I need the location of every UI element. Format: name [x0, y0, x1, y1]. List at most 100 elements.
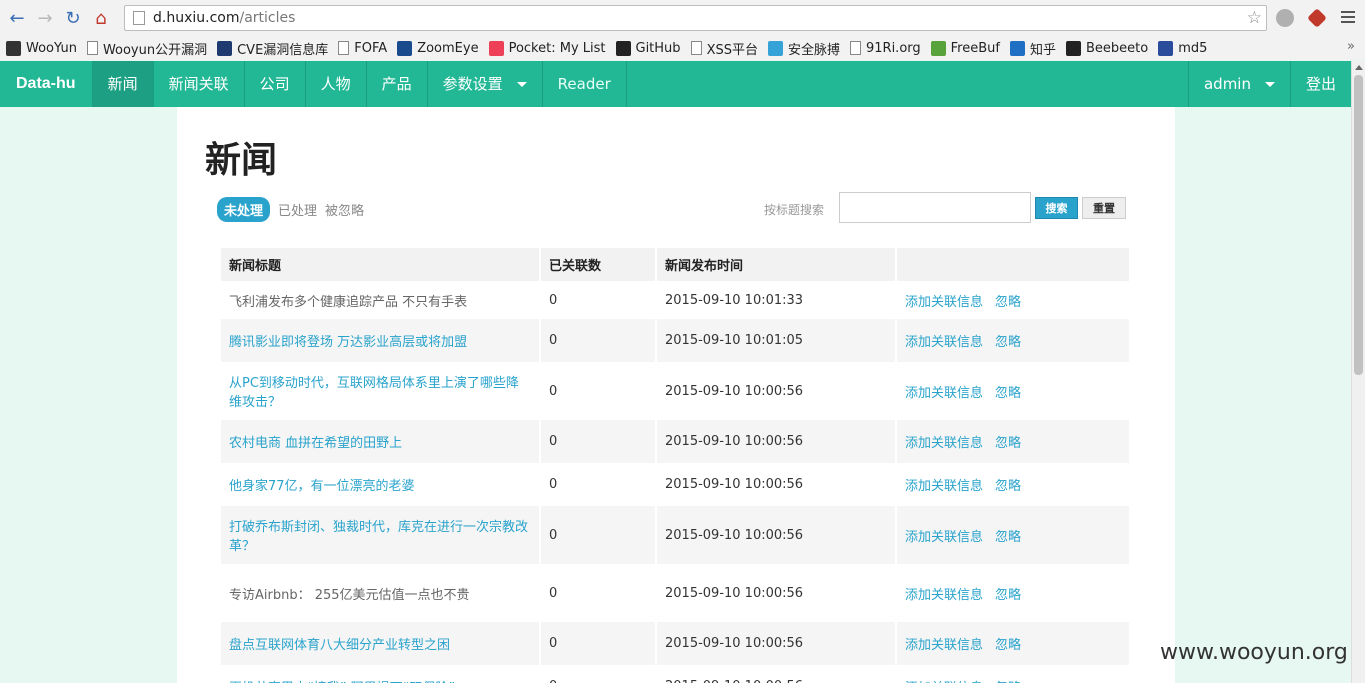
- forward-arrow-icon[interactable]: →: [34, 7, 56, 29]
- related-count-cell: 0: [541, 665, 657, 683]
- news-title-link[interactable]: 农村电商 血拼在希望的田野上: [229, 436, 402, 451]
- bookmark-item[interactable]: md5: [1158, 40, 1207, 56]
- add-relation-link[interactable]: 添加关联信息: [905, 436, 983, 451]
- news-title-cell[interactable]: 再投共享巴士“接我” 阿里提下“双保险”: [221, 665, 541, 683]
- bookmark-item[interactable]: Wooyun公开漏洞: [86, 39, 207, 58]
- add-relation-link[interactable]: 添加关联信息: [905, 588, 983, 603]
- bookmark-item[interactable]: FreeBuf: [930, 40, 1000, 56]
- table-row: 腾讯影业即将登场 万达影业高层或将加盟 0 2015-09-10 10:01:05 添…: [221, 319, 1131, 362]
- publish-time-cell: 2015-09-10 10:01:05: [657, 319, 897, 362]
- home-icon[interactable]: ⌂: [90, 7, 112, 29]
- filter-ignored[interactable]: 被忽略: [325, 200, 364, 219]
- add-relation-link[interactable]: 添加关联信息: [905, 638, 983, 653]
- page-icon: [690, 41, 702, 55]
- bookmark-label: FOFA: [354, 40, 388, 56]
- bookmark-item[interactable]: 知乎: [1009, 39, 1056, 58]
- beebeeto-icon: [1065, 40, 1081, 56]
- scroll-up-arrow-icon[interactable]: [1355, 65, 1363, 70]
- logout-button[interactable]: 登出: [1289, 61, 1351, 107]
- news-title-link[interactable]: 从PC到移动时代，互联网格局体系里上演了哪些降维攻击？: [229, 376, 519, 410]
- table-row: 农村电商 血拼在希望的田野上 0 2015-09-10 10:00:56 添加关联信息…: [221, 420, 1131, 463]
- bookmark-item[interactable]: FOFA: [338, 41, 387, 56]
- bookmark-label: GitHub: [635, 40, 681, 56]
- nav-product[interactable]: 产品: [367, 61, 428, 107]
- title-search-input[interactable]: [839, 192, 1031, 223]
- filter-processed[interactable]: 已处理: [278, 200, 317, 219]
- scrollbar-thumb[interactable]: [1354, 75, 1363, 375]
- nav-news-relation[interactable]: 新闻关联: [154, 61, 245, 107]
- actions-cell: 添加关联信息忽略: [897, 622, 1131, 665]
- bookmark-item[interactable]: Pocket: My List: [488, 40, 606, 56]
- page-scrollbar[interactable]: [1351, 61, 1365, 683]
- news-title-cell[interactable]: 农村电商 血拼在希望的田野上: [221, 420, 541, 463]
- nav-reader[interactable]: Reader: [543, 61, 627, 107]
- bookmark-label: 91Ri.org: [866, 40, 921, 56]
- ignore-link[interactable]: 忽略: [995, 638, 1021, 653]
- column-header-title: 新闻标题: [221, 248, 541, 281]
- bookmark-item[interactable]: 91Ri.org: [850, 41, 921, 56]
- related-count-cell: 0: [541, 506, 657, 564]
- grid-icon: [1158, 40, 1174, 56]
- add-relation-link[interactable]: 添加关联信息: [905, 295, 983, 310]
- ignore-link[interactable]: 忽略: [995, 530, 1021, 545]
- publish-time-cell: 2015-09-10 10:00:56: [657, 564, 897, 622]
- bookmark-item[interactable]: Beebeeto: [1065, 40, 1149, 56]
- address-bar[interactable]: d.huxiu.com/articles ☆: [124, 5, 1267, 31]
- brand-logo[interactable]: Data-hu: [0, 61, 93, 107]
- filter-unprocessed[interactable]: 未处理: [217, 197, 271, 222]
- nav-company[interactable]: 公司: [245, 61, 306, 107]
- nav-news[interactable]: 新闻: [92, 61, 154, 107]
- bookmark-label: Beebeeto: [1085, 40, 1149, 56]
- reset-button[interactable]: 重置: [1082, 197, 1126, 219]
- table-row: 他身家77亿，有一位漂亮的老婆 0 2015-09-10 10:00:56 添加关联信…: [221, 463, 1131, 506]
- ignore-link[interactable]: 忽略: [995, 436, 1021, 451]
- search-button[interactable]: 搜索: [1035, 197, 1078, 219]
- ignore-link[interactable]: 忽略: [995, 386, 1021, 401]
- table-row: 专访Airbnb： 255亿美元估值一点也不贵 0 2015-09-10 10:00…: [221, 564, 1131, 622]
- bookmark-item[interactable]: GitHub: [615, 40, 681, 56]
- bookmark-star-icon[interactable]: ☆: [1247, 8, 1262, 28]
- back-arrow-icon[interactable]: ←: [6, 7, 28, 29]
- menu-icon[interactable]: [1341, 8, 1355, 26]
- ignore-link[interactable]: 忽略: [995, 335, 1021, 350]
- reload-icon[interactable]: ↻: [62, 7, 84, 29]
- ignore-link[interactable]: 忽略: [995, 588, 1021, 603]
- cve-icon: [217, 40, 233, 56]
- news-title-cell[interactable]: 打破乔布斯封闭、独裁时代，库克在进行一次宗教改革？: [221, 506, 541, 564]
- add-relation-link[interactable]: 添加关联信息: [905, 479, 983, 494]
- ignore-link[interactable]: 忽略: [995, 479, 1021, 494]
- related-count-cell: 0: [541, 463, 657, 506]
- diamond-extension-icon[interactable]: [1307, 8, 1327, 28]
- nav-people[interactable]: 人物: [306, 61, 367, 107]
- news-title-cell[interactable]: 他身家77亿，有一位漂亮的老婆: [221, 463, 541, 506]
- actions-cell: 添加关联信息忽略: [897, 463, 1131, 506]
- news-title-link[interactable]: 腾讯影业即将登场 万达影业高层或将加盟: [229, 335, 467, 350]
- news-title-cell[interactable]: 盘点互联网体育八大细分产业转型之困: [221, 622, 541, 665]
- user-menu-dropdown[interactable]: admin: [1187, 61, 1290, 107]
- bookmark-label: Pocket: My List: [508, 40, 606, 56]
- bookmark-item[interactable]: WooYun: [6, 40, 77, 56]
- add-relation-link[interactable]: 添加关联信息: [905, 386, 983, 401]
- bookmarks-overflow-icon[interactable]: »: [1347, 39, 1355, 54]
- publish-time-cell: 2015-09-10 10:00:56: [657, 506, 897, 564]
- nav-settings-dropdown[interactable]: 参数设置: [428, 61, 543, 107]
- news-title-cell[interactable]: 腾讯影业即将登场 万达影业高层或将加盟: [221, 319, 541, 362]
- column-header-time: 新闻发布时间: [657, 248, 897, 281]
- table-row: 打破乔布斯封闭、独裁时代，库克在进行一次宗教改革？ 0 2015-09-10 10:…: [221, 506, 1131, 564]
- ignore-link[interactable]: 忽略: [995, 295, 1021, 310]
- add-relation-link[interactable]: 添加关联信息: [905, 530, 983, 545]
- globe-extension-icon[interactable]: [1276, 9, 1294, 27]
- bookmark-item[interactable]: CVE漏洞信息库: [217, 39, 328, 58]
- news-title-link[interactable]: 打破乔布斯封闭、独裁时代，库克在进行一次宗教改革？: [229, 520, 528, 554]
- bookmark-label: 安全脉搏: [787, 42, 840, 58]
- news-title-link[interactable]: 他身家77亿，有一位漂亮的老婆: [229, 479, 415, 494]
- news-title-cell[interactable]: 从PC到移动时代，互联网格局体系里上演了哪些降维攻击？: [221, 362, 541, 420]
- bookmark-label: ZoomEye: [417, 40, 479, 56]
- news-title-link[interactable]: 盘点互联网体育八大细分产业转型之困: [229, 638, 450, 653]
- bookmark-item[interactable]: XSS平台: [690, 39, 758, 58]
- bookmark-item[interactable]: 安全脉搏: [767, 39, 840, 58]
- add-relation-link[interactable]: 添加关联信息: [905, 335, 983, 350]
- actions-cell: 添加关联信息忽略: [897, 506, 1131, 564]
- bookmark-item[interactable]: ZoomEye: [397, 40, 479, 56]
- table-row: 飞利浦发布多个健康追踪产品 不只有手表 0 2015-09-10 10:01:33 添…: [221, 281, 1131, 319]
